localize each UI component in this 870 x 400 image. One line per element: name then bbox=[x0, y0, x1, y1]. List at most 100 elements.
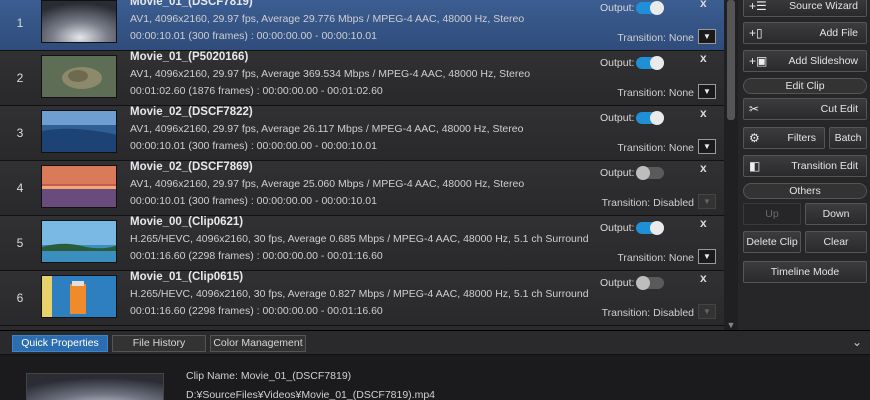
scroll-down-icon[interactable]: ▼ bbox=[726, 320, 736, 330]
transition-edit-label: Transition Edit bbox=[791, 160, 858, 172]
add-slideshow-label: Add Slideshow bbox=[788, 55, 858, 67]
clip-title: Movie_01_(Clip0615) bbox=[130, 271, 244, 283]
output-toggle[interactable] bbox=[636, 221, 664, 235]
output-label: Output: bbox=[600, 57, 635, 69]
action-panel: +☰ Source Wizard +▯ Add File +▣ Add Slid… bbox=[738, 0, 870, 330]
source-wizard-icon: +☰ bbox=[749, 0, 767, 13]
others-header: Others bbox=[743, 183, 867, 199]
close-icon[interactable]: x bbox=[700, 106, 707, 120]
source-wizard-label: Source Wizard bbox=[789, 0, 858, 12]
output-label: Output: bbox=[600, 112, 635, 124]
clip-thumbnail bbox=[41, 0, 117, 43]
add-file-button[interactable]: +▯ Add File bbox=[743, 22, 867, 44]
clip-duration: 00:00:10.01 (300 frames) : 00:00:00.00 -… bbox=[130, 140, 377, 152]
clip-index: 5 bbox=[16, 236, 24, 250]
tab-color-management[interactable]: Color Management bbox=[210, 335, 306, 352]
clip-row[interactable]: 1 Movie_01_(DSCF7819) AV1, 4096x2160, 29… bbox=[0, 0, 724, 51]
cut-edit-button[interactable]: ✂ Cut Edit bbox=[743, 98, 867, 120]
clip-spec: H.265/HEVC, 4096x2160, 30 fps, Average 0… bbox=[130, 233, 589, 245]
toggle-knob bbox=[636, 276, 650, 290]
up-button[interactable]: Up bbox=[743, 203, 801, 225]
clip-duration: 00:01:02.60 (1876 frames) : 00:00:00.00 … bbox=[130, 85, 383, 97]
clip-spec: H.265/HEVC, 4096x2160, 30 fps, Average 0… bbox=[130, 288, 589, 300]
clip-duration: 00:00:10.01 (300 frames) : 00:00:00.00 -… bbox=[130, 30, 377, 42]
tab-file-history[interactable]: File History bbox=[112, 335, 206, 352]
clip-list[interactable]: 1 Movie_01_(DSCF7819) AV1, 4096x2160, 29… bbox=[0, 0, 724, 330]
transition-dropdown-icon[interactable]: ▼ bbox=[698, 84, 716, 99]
gear-icon: ⚙ bbox=[749, 131, 760, 145]
toggle-knob bbox=[636, 166, 650, 180]
clip-index: 2 bbox=[16, 71, 24, 85]
clip-thumbnail bbox=[41, 220, 117, 263]
clip-row[interactable]: 5 Movie_00_(Clip0621) H.265/HEVC, 4096x2… bbox=[0, 216, 724, 271]
output-toggle[interactable] bbox=[636, 276, 664, 290]
source-wizard-button[interactable]: +☰ Source Wizard bbox=[743, 0, 867, 17]
collapse-chevron-icon[interactable]: ⌄ bbox=[852, 335, 862, 349]
clip-row[interactable]: 3 Movie_02_(DSCF7822) AV1, 4096x2160, 29… bbox=[0, 106, 724, 161]
properties-area: Quick Properties File History Color Mana… bbox=[0, 330, 870, 400]
filters-button[interactable]: ⚙ Filters bbox=[743, 127, 825, 149]
toggle-knob bbox=[650, 221, 664, 235]
transition-dropdown-icon[interactable]: ▼ bbox=[698, 29, 716, 44]
transition-dropdown-icon[interactable]: ▼ bbox=[698, 194, 716, 209]
output-label: Output: bbox=[600, 277, 635, 289]
clip-row[interactable]: 4 Movie_02_(DSCF7869) AV1, 4096x2160, 29… bbox=[0, 161, 724, 216]
batch-button[interactable]: Batch bbox=[829, 127, 867, 149]
output-label: Output: bbox=[600, 222, 635, 234]
edit-clip-header: Edit Clip bbox=[743, 78, 867, 94]
scissors-icon: ✂ bbox=[749, 102, 760, 116]
clip-list-scrollbar[interactable]: ▼ bbox=[724, 0, 738, 330]
add-file-label: Add File bbox=[819, 27, 858, 39]
transition-label: Transition: None bbox=[617, 87, 694, 99]
clip-title: Movie_00_(Clip0621) bbox=[130, 216, 244, 228]
clip-row[interactable]: 2 Movie_01_(P5020166) AV1, 4096x2160, 29… bbox=[0, 51, 724, 106]
clip-spec: AV1, 4096x2160, 29.97 fps, Average 25.06… bbox=[130, 178, 525, 190]
clip-title: Movie_02_(DSCF7869) bbox=[130, 161, 253, 173]
clip-index: 4 bbox=[16, 181, 24, 195]
clip-row[interactable]: 6 Movie_01_(Clip0615) H.265/HEVC, 4096x2… bbox=[0, 271, 724, 326]
close-icon[interactable]: x bbox=[700, 0, 707, 10]
clip-index: 6 bbox=[16, 291, 24, 305]
scrollbar-thumb[interactable] bbox=[727, 0, 735, 120]
clip-title: Movie_02_(DSCF7822) bbox=[130, 106, 253, 118]
transition-label: Transition: None bbox=[617, 32, 694, 44]
output-toggle[interactable] bbox=[636, 166, 664, 180]
close-icon[interactable]: x bbox=[700, 216, 707, 230]
close-icon[interactable]: x bbox=[700, 271, 707, 285]
properties-tabs: Quick Properties File History Color Mana… bbox=[0, 331, 870, 355]
output-label: Output: bbox=[600, 2, 635, 14]
close-icon[interactable]: x bbox=[700, 161, 707, 175]
toggle-knob bbox=[650, 56, 664, 70]
clip-duration: 00:00:10.01 (300 frames) : 00:00:00.00 -… bbox=[130, 195, 377, 207]
preview-thumbnail bbox=[26, 373, 164, 400]
clip-title: Movie_01_(DSCF7819) bbox=[130, 0, 253, 8]
down-button[interactable]: Down bbox=[805, 203, 867, 225]
timeline-mode-button[interactable]: Timeline Mode bbox=[743, 261, 867, 283]
toggle-knob bbox=[650, 1, 664, 15]
close-icon[interactable]: x bbox=[700, 51, 707, 65]
output-toggle[interactable] bbox=[636, 1, 664, 15]
clip-index: 1 bbox=[16, 16, 24, 30]
clip-title: Movie_01_(P5020166) bbox=[130, 51, 249, 63]
filters-label: Filters bbox=[787, 132, 816, 144]
transition-icon: ◧ bbox=[749, 159, 761, 173]
clip-thumbnail bbox=[41, 110, 117, 153]
clip-spec: AV1, 4096x2160, 29.97 fps, Average 29.77… bbox=[130, 13, 525, 25]
transition-dropdown-icon[interactable]: ▼ bbox=[698, 139, 716, 154]
add-slideshow-button[interactable]: +▣ Add Slideshow bbox=[743, 50, 867, 72]
add-slideshow-icon: +▣ bbox=[749, 54, 768, 68]
clip-thumbnail bbox=[41, 55, 117, 98]
clip-index: 3 bbox=[16, 126, 24, 140]
tab-quick-properties[interactable]: Quick Properties bbox=[12, 335, 108, 352]
delete-clip-button[interactable]: Delete Clip bbox=[743, 231, 801, 253]
output-toggle[interactable] bbox=[636, 56, 664, 70]
transition-label: Transition: Disabled bbox=[601, 307, 694, 319]
toggle-knob bbox=[650, 111, 664, 125]
transition-edit-button[interactable]: ◧ Transition Edit bbox=[743, 155, 867, 177]
transition-dropdown-icon[interactable]: ▼ bbox=[698, 249, 716, 264]
clip-thumbnail bbox=[41, 165, 117, 208]
output-toggle[interactable] bbox=[636, 111, 664, 125]
output-label: Output: bbox=[600, 167, 635, 179]
clear-button[interactable]: Clear bbox=[805, 231, 867, 253]
transition-dropdown-icon[interactable]: ▼ bbox=[698, 304, 716, 319]
